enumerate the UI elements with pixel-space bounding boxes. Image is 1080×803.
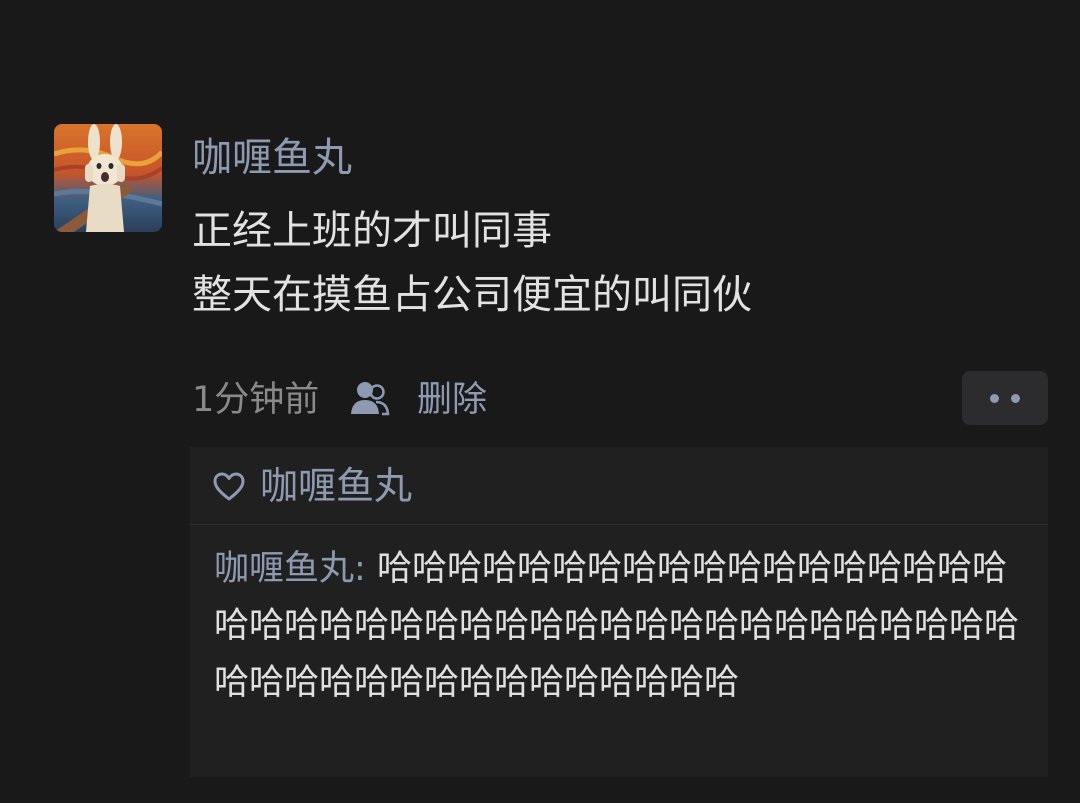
likes-row: 咖喱鱼丸 bbox=[190, 447, 1048, 525]
interaction-panel: 咖喱鱼丸 咖喱鱼丸: 哈哈哈哈哈哈哈哈哈哈哈哈哈哈哈哈哈哈哈哈哈哈哈哈哈哈哈哈哈… bbox=[190, 447, 1048, 777]
post-time: 1分钟前 bbox=[192, 380, 320, 420]
comment-page: 咖喱鱼丸 正经上班的才叫同事 整天在摸鱼占公司便宜的叫同伙 1分钟前 删除 咖喱… bbox=[0, 0, 1080, 803]
liker-name[interactable]: 咖喱鱼丸 bbox=[260, 460, 412, 512]
post-line: 整天在摸鱼占公司便宜的叫同伙 bbox=[192, 272, 752, 318]
more-dots-icon bbox=[1011, 393, 1020, 403]
more-dots-icon bbox=[990, 393, 999, 403]
more-button[interactable] bbox=[962, 371, 1048, 425]
post-line: 正经上班的才叫同事 bbox=[192, 208, 552, 254]
avatar-image bbox=[54, 124, 162, 232]
heart-icon bbox=[213, 472, 245, 501]
reply-comment[interactable]: 咖喱鱼丸: 哈哈哈哈哈哈哈哈哈哈哈哈哈哈哈哈哈哈哈哈哈哈哈哈哈哈哈哈哈哈哈哈哈哈… bbox=[214, 541, 1034, 712]
post-author[interactable]: 咖喱鱼丸 bbox=[192, 131, 352, 185]
delete-button[interactable]: 删除 bbox=[417, 375, 487, 425]
post-content: 正经上班的才叫同事 整天在摸鱼占公司便宜的叫同伙 bbox=[192, 199, 1052, 327]
user-icon bbox=[351, 382, 390, 416]
reply-author[interactable]: 咖喱鱼丸 bbox=[214, 549, 354, 589]
avatar[interactable] bbox=[54, 124, 162, 232]
reply-separator: : bbox=[354, 549, 366, 589]
